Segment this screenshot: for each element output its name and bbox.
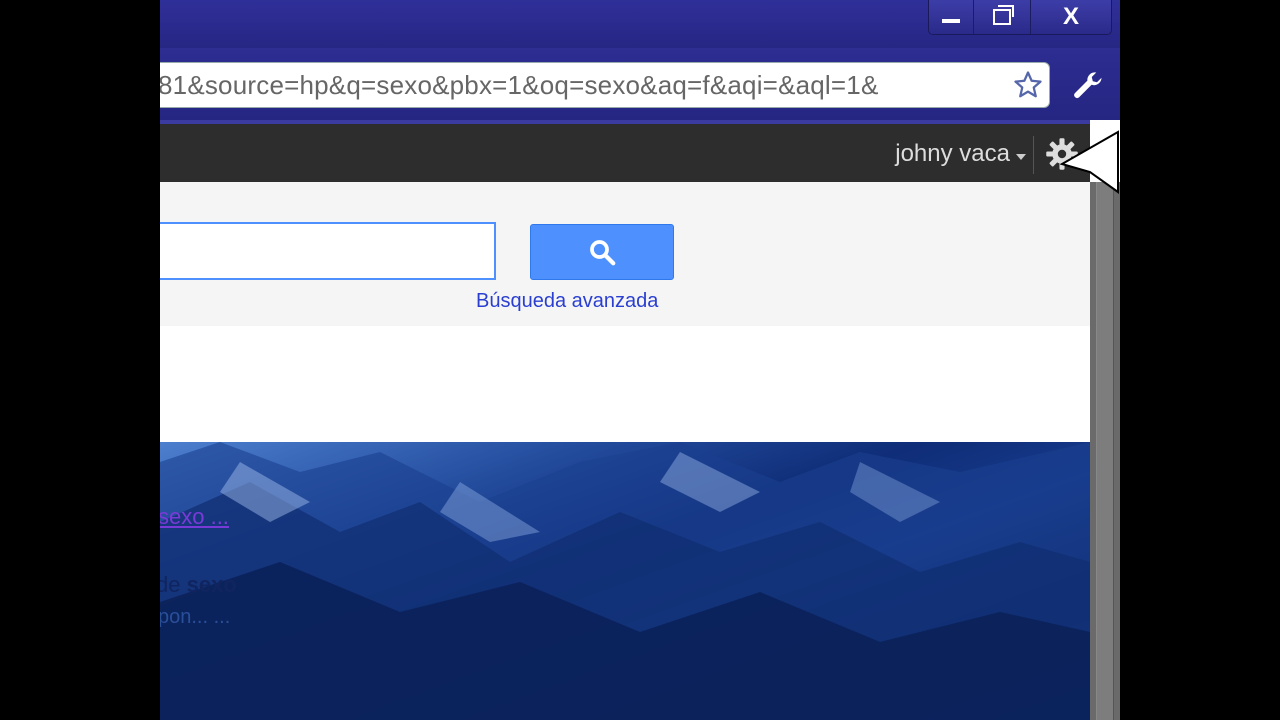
search-input[interactable] bbox=[160, 222, 496, 280]
chevron-down-icon[interactable] bbox=[1016, 154, 1026, 160]
minimize-icon bbox=[942, 19, 960, 23]
wrench-icon[interactable] bbox=[1070, 68, 1106, 104]
close-button[interactable]: X bbox=[1030, 0, 1111, 34]
scrollbar-thumb[interactable] bbox=[1096, 182, 1114, 720]
snippet-prefix: de bbox=[160, 572, 181, 597]
window-controls: X bbox=[928, 0, 1112, 35]
advanced-search-link[interactable]: Búsqueda avanzada bbox=[476, 290, 658, 313]
mountain-image bbox=[160, 442, 1090, 720]
search-icon bbox=[590, 240, 616, 266]
result-title-link[interactable]: sexo ... bbox=[160, 504, 229, 530]
mountain-background: sexo ... de sexo pon... ... bbox=[160, 442, 1090, 720]
result-snippet: de sexo bbox=[160, 572, 237, 598]
browser-window: X 81&source=hp&q=sexo&pbx=1&oq=sexo&aq=f… bbox=[160, 0, 1120, 720]
browser-toolbar: 81&source=hp&q=sexo&pbx=1&oq=sexo&aq=f&a… bbox=[160, 48, 1120, 120]
minimize-button[interactable] bbox=[929, 0, 973, 34]
divider bbox=[1033, 136, 1034, 174]
address-bar[interactable]: 81&source=hp&q=sexo&pbx=1&oq=sexo&aq=f&a… bbox=[160, 62, 1050, 108]
page-content: johny vaca Búsqueda avanzada sexo ... de… bbox=[160, 120, 1120, 720]
result-subtext: pon... ... bbox=[160, 606, 231, 628]
restore-icon bbox=[993, 5, 1014, 25]
star-icon[interactable] bbox=[1013, 70, 1043, 100]
results-top-area bbox=[160, 326, 1090, 442]
close-icon: X bbox=[1062, 3, 1079, 30]
restore-button[interactable] bbox=[973, 0, 1030, 34]
title-bar: X bbox=[160, 0, 1120, 48]
google-bar: johny vaca bbox=[160, 120, 1090, 182]
scrollbar[interactable] bbox=[1090, 182, 1120, 720]
cursor-icon bbox=[1060, 130, 1119, 194]
user-account-name[interactable]: johny vaca bbox=[895, 140, 1010, 168]
snippet-term: sexo bbox=[186, 572, 237, 597]
search-button[interactable] bbox=[530, 224, 674, 280]
search-area: Búsqueda avanzada bbox=[160, 182, 1090, 327]
url-text[interactable]: 81&source=hp&q=sexo&pbx=1&oq=sexo&aq=f&a… bbox=[160, 70, 998, 101]
